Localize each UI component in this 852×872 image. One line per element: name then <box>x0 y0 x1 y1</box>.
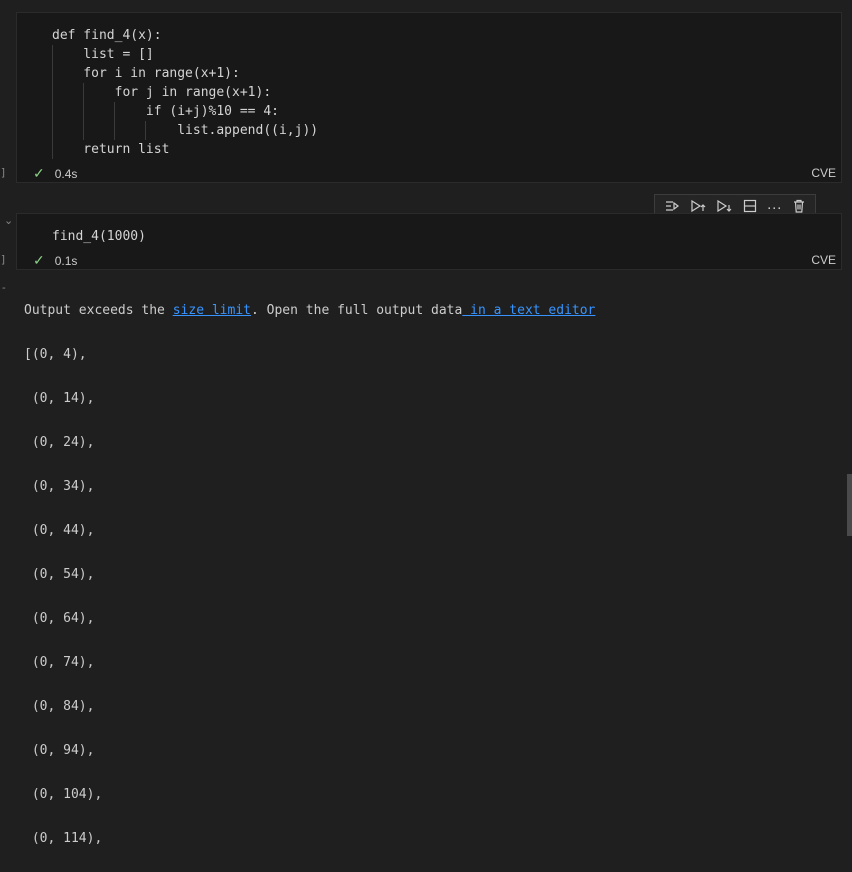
code-line: find_4(1000) <box>52 229 146 244</box>
output-line: [(0, 4), <box>24 347 87 362</box>
cell1-gutter: ] <box>0 166 7 179</box>
code-cell-2[interactable]: find_4(1000) ✓ 0.1s CVE <box>16 213 842 270</box>
output-line: (0, 104), <box>24 787 103 802</box>
output-gutter-marker: - <box>2 282 6 294</box>
execution-status-1: ✓ 0.4s <box>33 165 77 182</box>
cell-language[interactable]: CVE <box>811 253 836 267</box>
code-editor-2[interactable]: find_4(1000) <box>52 227 146 246</box>
exec-time: 0.4s <box>54 166 78 181</box>
code-line: return list <box>52 142 170 157</box>
output-line: (0, 74), <box>24 655 95 670</box>
output-line: (0, 84), <box>24 699 95 714</box>
cell-output: Output exceeds the size limit. Open the … <box>24 278 844 872</box>
notice-text: . Open the full output data <box>251 303 463 318</box>
open-in-text-editor-link[interactable]: in a text editor <box>462 303 595 318</box>
output-line: (0, 24), <box>24 435 95 450</box>
code-cell-1[interactable]: def find_4(x): list = [] for i in range(… <box>16 12 842 183</box>
code-line: def find_4(x): <box>52 28 162 43</box>
output-line: (0, 44), <box>24 523 95 538</box>
code-editor-1[interactable]: def find_4(x): list = [] for i in range(… <box>52 26 318 159</box>
notice-text: Output exceeds the <box>24 303 173 318</box>
output-line: (0, 14), <box>24 391 95 406</box>
cell2-gutter: ] <box>0 253 7 266</box>
output-notice: Output exceeds the size limit. Open the … <box>24 300 844 322</box>
code-line: list.append((i,j)) <box>52 123 319 138</box>
output-line: (0, 114), <box>24 831 103 846</box>
output-line: (0, 34), <box>24 479 95 494</box>
check-icon: ✓ <box>33 252 45 268</box>
output-scrollbar[interactable] <box>847 474 852 536</box>
cell-language[interactable]: CVE <box>811 166 836 180</box>
code-line: for j in range(x+1): <box>52 85 272 100</box>
execution-status-2: ✓ 0.1s <box>33 252 77 269</box>
size-limit-link[interactable]: size limit <box>173 303 251 318</box>
chevron-down-icon[interactable]: ⌄ <box>4 214 13 227</box>
output-line: (0, 94), <box>24 743 95 758</box>
exec-time: 0.1s <box>54 253 78 268</box>
code-line: for i in range(x+1): <box>52 66 240 81</box>
code-line: if (i+j)%10 == 4: <box>52 104 279 119</box>
check-icon: ✓ <box>33 165 45 181</box>
output-line: (0, 54), <box>24 567 95 582</box>
code-line: list = [] <box>52 47 154 62</box>
output-line: (0, 64), <box>24 611 95 626</box>
